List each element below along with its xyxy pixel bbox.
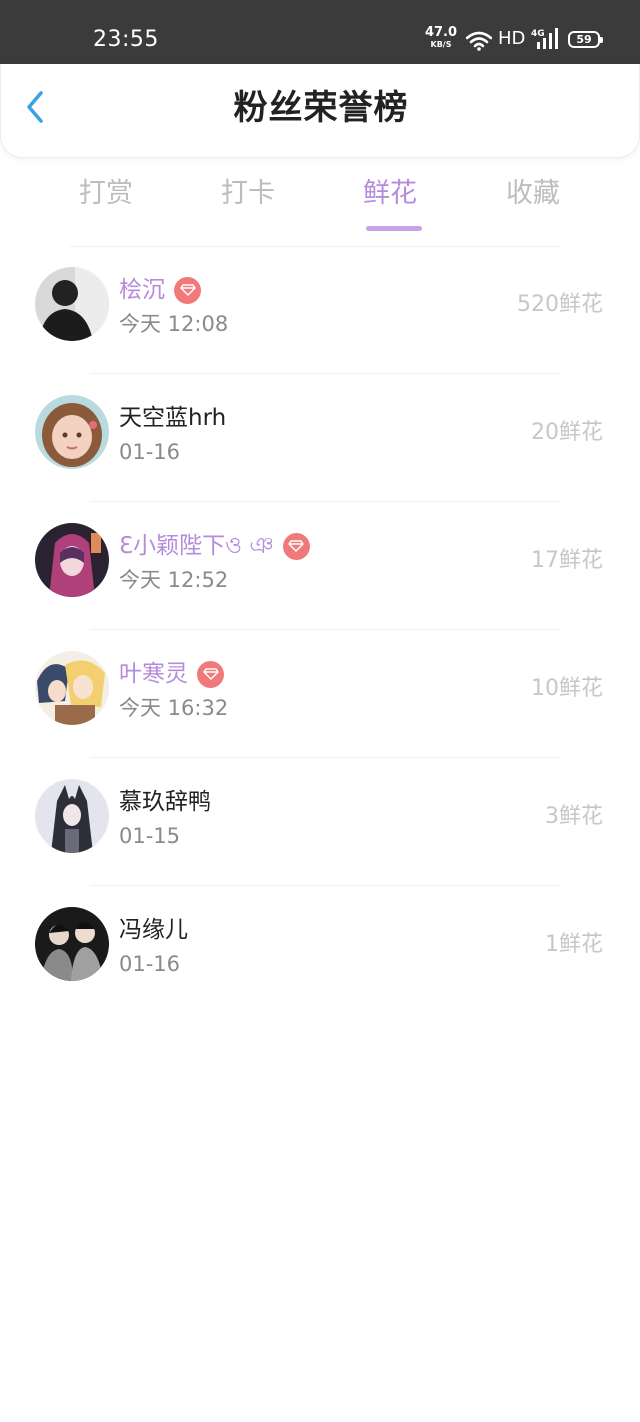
top-bar: 粉丝荣誉榜 [0,64,640,158]
dark-silhouette-avatar [35,267,109,341]
tab-label: 打赏 [79,178,133,209]
battery-level: 59 [576,33,592,46]
tab-favorites[interactable]: 收藏 [473,176,593,212]
page-title: 粉丝荣誉榜 [233,88,409,128]
timestamp: 今天 16:32 [119,696,229,720]
avatar[interactable] [35,523,109,597]
network-speed-unit: KB/S [430,40,452,49]
diamond-icon [197,660,224,688]
avatar[interactable] [35,779,109,853]
anime-dark-avatar [35,779,109,853]
username: 桧沉 [119,277,165,303]
diamond-icon [174,276,201,304]
list-item[interactable]: 慕玖辞鸭 01-15 3鲜花 [0,758,640,886]
timestamp: 今天 12:08 [119,312,229,336]
username: ℇ小颖陛下ও ঞ [119,533,274,559]
avatar[interactable] [35,651,109,725]
flower-count: 520鲜花 [517,292,603,317]
list-item[interactable]: ℇ小颖陛下ও ঞ 今天 12:52 17鲜花 [0,502,640,630]
tab-label: 收藏 [506,178,560,209]
flower-count: 17鲜花 [531,548,603,573]
fan-list: 桧沉 今天 12:08 520鲜花 天空蓝hrh 01-16 20鲜花 ℇ小颖陛… [0,246,640,1014]
list-item[interactable]: 天空蓝hrh 01-16 20鲜花 [0,374,640,502]
username-line: 叶寒灵 [119,658,224,690]
avatar[interactable] [35,907,109,981]
tab-checkin[interactable]: 打卡 [188,176,308,212]
username-line: 慕玖辞鸭 [119,786,211,818]
flower-count: 3鲜花 [545,804,603,829]
tab-label: 打卡 [221,178,275,209]
flower-count: 20鲜花 [531,420,603,445]
anime-hood-avatar [35,523,109,597]
network-speed: 47.0 KB/S [424,25,458,50]
diamond-icon [282,532,310,560]
hd-indicator: HD [498,28,526,49]
avatar[interactable] [35,395,109,469]
timestamp: 01-16 [119,440,181,464]
timestamp: 01-15 [119,824,181,848]
wifi-icon [466,31,492,51]
tab-bar: 打赏 打卡 鲜花 收藏 [0,168,640,231]
status-time: 23:55 [93,27,159,52]
tab-label: 鲜花 [363,178,417,209]
username-line: 桧沉 [119,274,201,306]
network-speed-value: 47.0 [424,25,458,40]
status-bar: 23:55 47.0 KB/S HD 4G 59 [0,0,640,64]
avatar[interactable] [35,267,109,341]
battery-icon: 59 [568,31,603,48]
list-item[interactable]: 叶寒灵 今天 16:32 10鲜花 [0,630,640,758]
username-line: ℇ小颖陛下ও ঞ [119,530,310,562]
two-boys-avatar [35,907,109,981]
list-item[interactable]: 冯缘儿 01-16 1鲜花 [0,886,640,1014]
flower-count: 10鲜花 [531,676,603,701]
username: 天空蓝hrh [119,405,227,431]
network-type-label: 4G [531,29,545,39]
list-item[interactable]: 桧沉 今天 12:08 520鲜花 [0,246,640,374]
username: 慕玖辞鸭 [119,789,211,815]
signal-icon: 4G [531,28,558,49]
timestamp: 01-16 [119,952,181,976]
tab-flowers[interactable]: 鲜花 [330,176,450,231]
timestamp: 今天 12:52 [119,568,229,592]
username: 叶寒灵 [119,661,188,687]
anime-couple-avatar [35,651,109,725]
girl-cartoon-avatar [35,395,109,469]
username-line: 冯缘儿 [119,914,188,946]
active-tab-indicator [366,226,422,231]
username: 冯缘儿 [119,917,188,943]
flower-count: 1鲜花 [545,932,603,957]
username-line: 天空蓝hrh [119,402,226,434]
tab-reward[interactable]: 打赏 [46,176,166,212]
